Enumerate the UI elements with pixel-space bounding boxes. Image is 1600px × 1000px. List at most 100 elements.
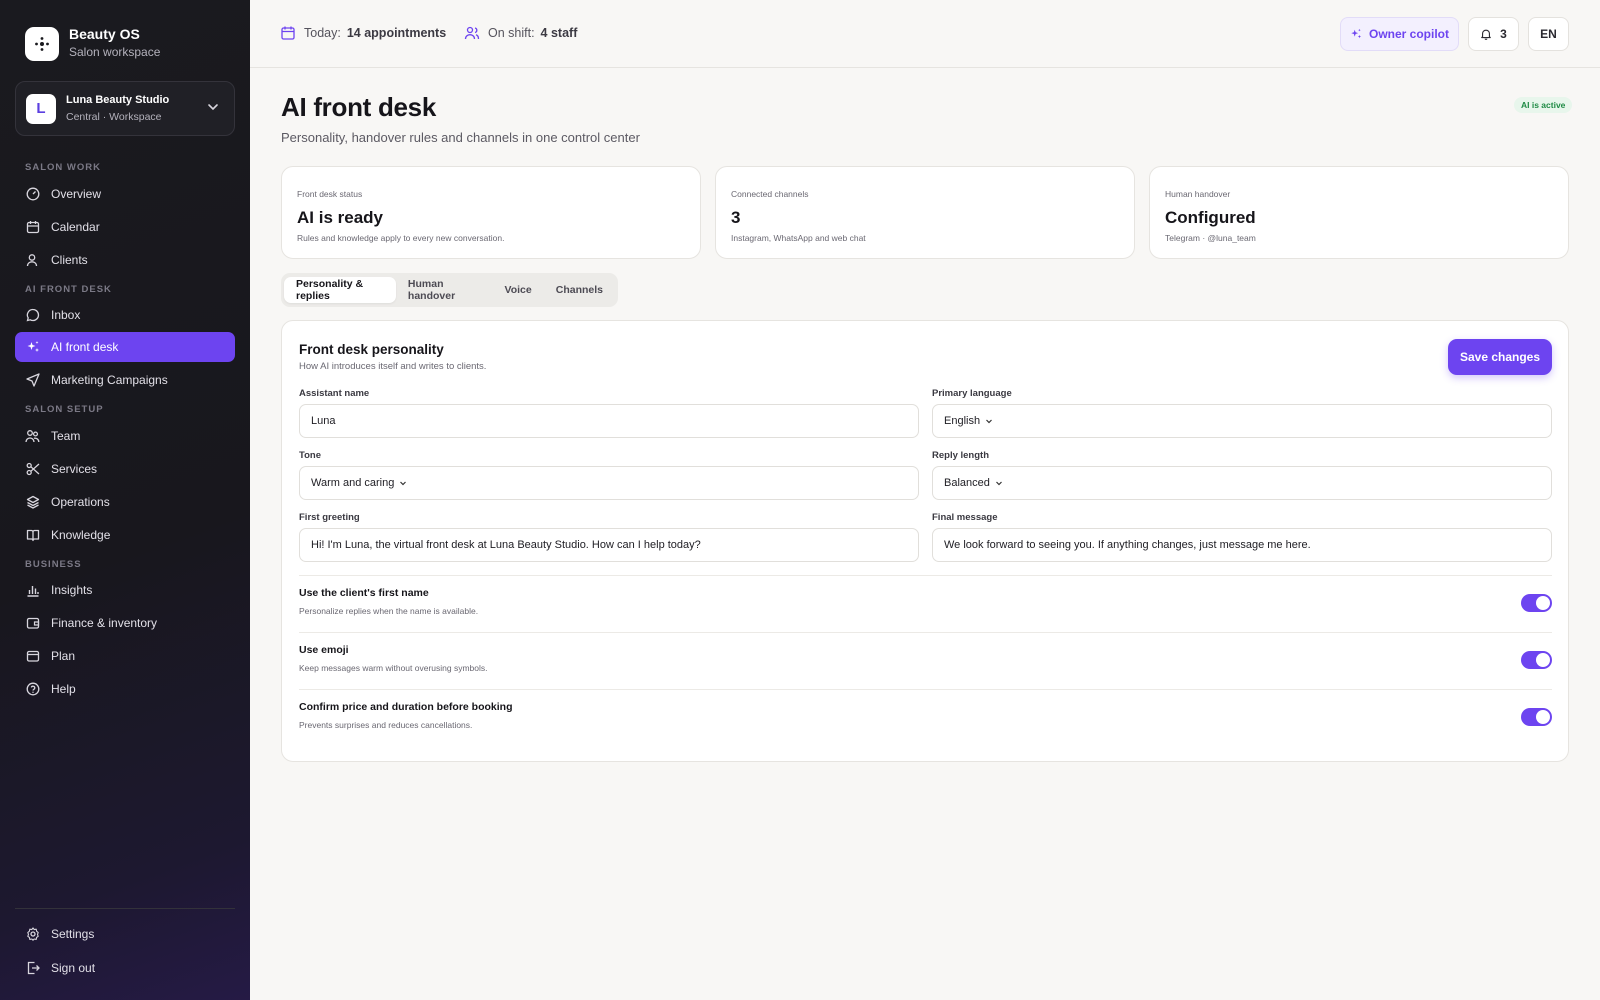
divider bbox=[299, 689, 1552, 690]
toggle-title: Use the client's first name bbox=[299, 587, 429, 599]
final-message-label: Final message bbox=[932, 512, 998, 523]
stat-card-connected-channels: Connected channels 3 Instagram, WhatsApp… bbox=[715, 166, 1135, 259]
today-value: 14 appointments bbox=[346, 26, 447, 40]
calendar-icon bbox=[25, 220, 40, 235]
chevron-down-icon bbox=[208, 104, 218, 111]
tab-human-handover[interactable]: Human handover bbox=[396, 277, 493, 303]
send-icon bbox=[25, 373, 40, 388]
reply-length-select[interactable]: Balanced bbox=[932, 466, 1552, 500]
sidebar-item-label: Insights bbox=[51, 583, 93, 597]
top-bar: Today: 14 appointments On shift: 4 staff… bbox=[250, 0, 1600, 68]
sidebar-item-clients[interactable]: Clients bbox=[15, 245, 235, 275]
sidebar-item-label: Marketing Campaigns bbox=[51, 373, 168, 387]
sidebar-item-help[interactable]: Help bbox=[15, 674, 235, 704]
save-button[interactable]: Save changes bbox=[1448, 339, 1552, 375]
sidebar-item-operations[interactable]: Operations bbox=[15, 487, 235, 517]
language-button[interactable]: EN bbox=[1528, 17, 1569, 51]
settings-tabs: Personality & replies Human handover Voi… bbox=[281, 273, 618, 307]
assistant-name-value: Luna bbox=[311, 415, 336, 427]
final-message-input[interactable]: We look forward to seeing you. If anythi… bbox=[932, 528, 1552, 562]
gear-icon bbox=[25, 927, 40, 942]
final-message-value: We look forward to seeing you. If anythi… bbox=[944, 539, 1311, 551]
sidebar-item-insights[interactable]: Insights bbox=[15, 575, 235, 605]
reply-length-value: Balanced bbox=[944, 477, 990, 489]
reply-length-label: Reply length bbox=[932, 450, 990, 461]
nav-section-salon-work: SALON WORK bbox=[25, 162, 101, 173]
today-appointments[interactable]: Today: 14 appointments bbox=[280, 25, 446, 41]
sidebar-item-label: Finance & inventory bbox=[51, 616, 158, 630]
sidebar-item-plan[interactable]: Plan bbox=[15, 641, 235, 671]
workspace-name: Luna Beauty Studio bbox=[66, 93, 170, 106]
primary-language-select[interactable]: English bbox=[932, 404, 1552, 438]
first-greeting-label: First greeting bbox=[299, 512, 360, 523]
user-icon bbox=[25, 253, 40, 268]
sidebar-item-overview[interactable]: Overview bbox=[15, 179, 235, 209]
tone-select[interactable]: Warm and caring bbox=[299, 466, 919, 500]
calendar-icon bbox=[281, 26, 295, 40]
wallet-icon bbox=[25, 616, 40, 631]
staff-on-shift[interactable]: On shift: 4 staff bbox=[464, 25, 577, 41]
use-emoji-toggle[interactable] bbox=[1521, 651, 1552, 669]
shift-label: On shift: bbox=[488, 26, 535, 40]
notifications-count: 3 bbox=[1500, 27, 1507, 41]
stat-value: Configured bbox=[1165, 208, 1256, 227]
stat-label: Human handover bbox=[1165, 189, 1231, 199]
stat-note: Rules and knowledge apply to every new c… bbox=[297, 233, 505, 243]
confirm-price-toggle[interactable] bbox=[1521, 708, 1552, 726]
page-title: AI front desk bbox=[281, 92, 437, 122]
brand-subtitle: Salon workspace bbox=[69, 45, 161, 59]
toggle-knob bbox=[1536, 596, 1550, 610]
notifications-button[interactable]: 3 bbox=[1468, 17, 1519, 51]
sidebar-item-finance-inventory[interactable]: Finance & inventory bbox=[15, 608, 235, 638]
primary-language-value: English bbox=[944, 415, 981, 427]
bar-chart-icon bbox=[25, 583, 40, 598]
sidebar-item-marketing-campaigns[interactable]: Marketing Campaigns bbox=[15, 365, 235, 395]
toggle-description: Personalize replies when the name is ava… bbox=[299, 606, 479, 616]
nav-section-salon-setup: SALON SETUP bbox=[25, 404, 104, 415]
toggle-knob bbox=[1536, 710, 1550, 724]
owner-copilot-button[interactable]: Owner copilot bbox=[1340, 17, 1459, 51]
gauge-icon bbox=[25, 187, 40, 202]
personality-panel: Front desk personality How AI introduces… bbox=[281, 320, 1569, 762]
panel-subtitle: How AI introduces itself and writes to c… bbox=[299, 361, 487, 372]
assistant-name-input[interactable]: Luna bbox=[299, 404, 919, 438]
workspace-subtitle: Central · Workspace bbox=[66, 110, 162, 123]
sidebar-item-label: Sign out bbox=[51, 961, 96, 975]
use-first-name-toggle[interactable] bbox=[1521, 594, 1552, 612]
sidebar-item-calendar[interactable]: Calendar bbox=[15, 212, 235, 242]
sidebar-item-services[interactable]: Services bbox=[15, 454, 235, 484]
stat-card-front-desk-status: Front desk status AI is ready Rules and … bbox=[281, 166, 701, 259]
toggle-knob bbox=[1536, 653, 1550, 667]
stat-label: Front desk status bbox=[297, 189, 363, 199]
brand[interactable]: Beauty OS Salon workspace bbox=[25, 26, 160, 61]
tone-value: Warm and caring bbox=[311, 477, 395, 489]
sidebar-item-team[interactable]: Team bbox=[15, 421, 235, 451]
sidebar-item-knowledge[interactable]: Knowledge bbox=[15, 520, 235, 550]
tab-personality-replies[interactable]: Personality & replies bbox=[284, 277, 396, 303]
today-label: Today: bbox=[304, 26, 341, 40]
sidebar-item-ai-front-desk[interactable]: AI front desk bbox=[15, 332, 235, 362]
sidebar-item-label: Help bbox=[51, 682, 76, 696]
sidebar-item-inbox[interactable]: Inbox bbox=[15, 300, 235, 330]
bell-icon bbox=[1481, 29, 1491, 40]
sidebar-item-label: Settings bbox=[51, 927, 95, 941]
stat-value: 3 bbox=[731, 208, 741, 227]
chat-bubble-icon bbox=[25, 308, 40, 323]
stat-note: Telegram · @luna_team bbox=[1165, 233, 1256, 243]
sidebar-item-sign-out[interactable]: Sign out bbox=[15, 953, 235, 983]
sidebar-item-label: Inbox bbox=[51, 308, 81, 322]
toggle-description: Prevents surprises and reduces cancellat… bbox=[299, 720, 473, 730]
layers-icon bbox=[25, 495, 40, 510]
tab-channels[interactable]: Channels bbox=[544, 277, 615, 303]
workspace-switcher[interactable]: L Luna Beauty Studio Central · Workspace bbox=[15, 81, 235, 136]
divider bbox=[299, 632, 1552, 633]
sidebar: Beauty OS Salon workspace L Luna Beauty … bbox=[0, 0, 250, 1000]
sidebar-item-settings[interactable]: Settings bbox=[15, 919, 235, 949]
first-greeting-input[interactable]: Hi! I'm Luna, the virtual front desk at … bbox=[299, 528, 919, 562]
scissors-icon bbox=[25, 462, 40, 477]
sparkles-icon bbox=[25, 340, 40, 355]
assistant-name-label: Assistant name bbox=[299, 388, 370, 399]
sparkles-icon bbox=[1351, 28, 1362, 39]
tab-voice[interactable]: Voice bbox=[493, 277, 544, 303]
toggle-title: Use emoji bbox=[299, 644, 349, 656]
